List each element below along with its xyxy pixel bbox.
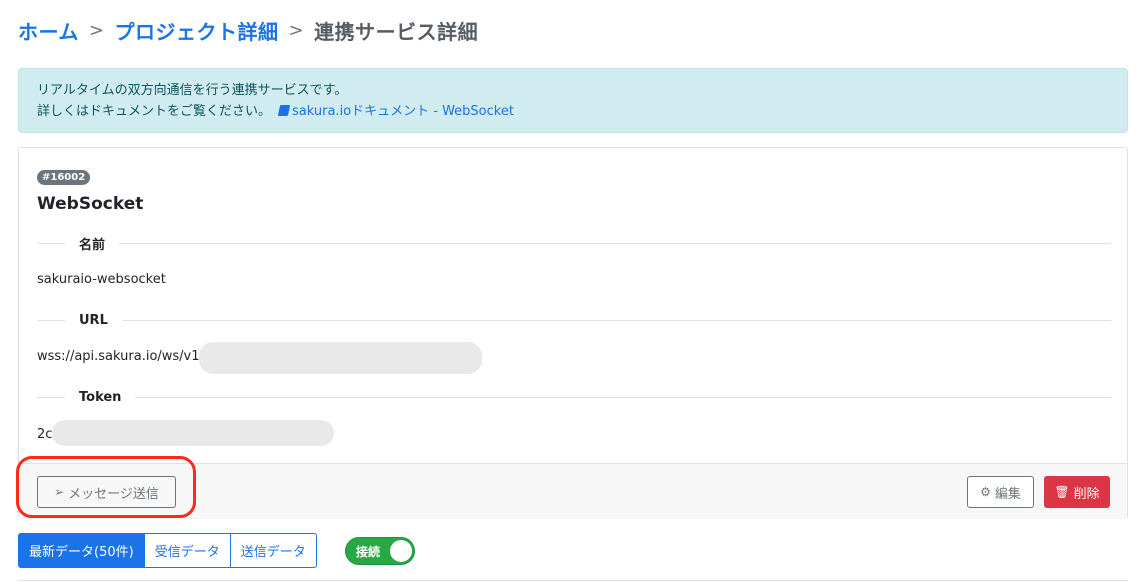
send-message-label: メッセージ送信 [68,486,159,502]
alert-line-2-text: 詳しくはドキュメントをご覧ください。 [37,104,272,119]
field-label-text: URL [79,312,108,328]
delete-label: 削除 [1073,486,1100,502]
tab-sent-data[interactable]: 送信データ [229,533,317,568]
edit-label: 編集 [994,486,1021,502]
info-alert: リアルタイムの双方向通信を行う連携サービスです。 詳しくはドキュメントをご覧くだ… [18,68,1128,133]
service-card: #16002 WebSocket 名前 sakuraio-websocket U… [18,147,1128,519]
divider [119,242,1111,244]
trash-icon: 🗑 [1054,485,1070,499]
doc-link-label: sakura.ioドキュメント - WebSocket [292,104,514,119]
alert-line-1: リアルタイムの双方向通信を行う連携サービスです。 [37,83,348,98]
paper-plane-icon: ➢ [54,485,65,499]
divider [37,396,65,398]
field-value-token: 2c [37,427,53,442]
connection-toggle[interactable]: 接続 [345,537,415,565]
send-message-button[interactable]: ➢ メッセージ送信 [37,476,176,508]
redaction-mask [199,342,482,374]
connection-toggle-label: 接続 [356,545,381,559]
doc-link[interactable]: sakura.ioドキュメント - WebSocket [271,104,514,119]
edit-button[interactable]: ⚙ 編集 [967,476,1034,508]
breadcrumb: ホーム > プロジェクト詳細 > 連携サービス詳細 [18,16,478,45]
toggle-knob [390,540,412,562]
card-footer: ➢ メッセージ送信 ⚙ 編集 🗑 削除 [19,463,1127,519]
field-label-text: 名前 [79,237,106,253]
breadcrumb-separator: > [88,20,105,41]
field-label-token: Token [37,388,1111,406]
alert-line-2: 詳しくはドキュメントをご覧ください。 sakura.ioドキュメント - WebS… [37,101,1109,122]
divider [135,396,1111,398]
data-tabs: 最新データ(50件) 受信データ 送信データ [18,533,317,568]
divider [18,580,1128,581]
divider [37,319,65,321]
breadcrumb-home-link[interactable]: ホーム [18,16,79,45]
breadcrumb-separator: > [288,20,305,41]
tab-received-data[interactable]: 受信データ [143,533,231,568]
field-label-text: Token [79,389,122,405]
redaction-mask [52,420,334,446]
tab-latest-data[interactable]: 最新データ(50件) [18,533,145,568]
breadcrumb-current: 連携サービス詳細 [314,20,479,44]
field-value-url: wss://api.sakura.io/ws/v1/ [37,349,204,364]
delete-button[interactable]: 🗑 削除 [1044,476,1110,508]
breadcrumb-project-link[interactable]: プロジェクト詳細 [115,16,279,45]
field-label-name: 名前 [37,234,1111,253]
divider [121,319,1111,321]
service-id-badge: #16002 [37,170,91,185]
book-icon [277,105,291,116]
divider [37,242,65,244]
field-value-name: sakuraio-websocket [37,272,166,287]
field-label-url: URL [37,311,1111,329]
service-title: WebSocket [37,194,144,214]
gear-icon: ⚙ [980,485,991,499]
